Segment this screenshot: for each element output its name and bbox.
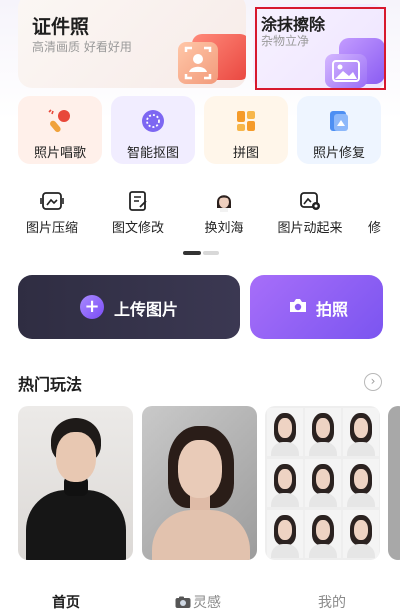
camera-label: 拍照 bbox=[316, 300, 349, 319]
tool-label: 图片动起来 bbox=[277, 221, 343, 236]
camera-icon bbox=[290, 299, 306, 312]
plus-icon: + bbox=[80, 295, 104, 319]
tile-label: 智能抠图 bbox=[126, 146, 179, 161]
tile-collage[interactable]: 拼图 bbox=[204, 96, 288, 164]
take-photo-button[interactable]: 拍照 bbox=[250, 275, 383, 339]
upload-label: 上传图片 bbox=[114, 300, 179, 319]
tool-more-partial[interactable]: 修 bbox=[352, 186, 400, 238]
bangs-avatar-icon bbox=[217, 195, 231, 212]
tool-label: 修 bbox=[368, 221, 382, 236]
grid-portrait bbox=[343, 459, 379, 507]
pager-dot bbox=[203, 251, 219, 255]
camera-emoji-icon bbox=[175, 596, 191, 608]
nav-inspiration-label: 灵感 bbox=[193, 595, 221, 611]
nav-mine[interactable]: 我的 bbox=[318, 592, 346, 612]
tool-change-bangs[interactable]: 换刘海 bbox=[180, 186, 268, 238]
id-photo-icon bbox=[178, 34, 246, 86]
erase-card-highlight bbox=[255, 7, 386, 90]
tool-label: 换刘海 bbox=[204, 221, 244, 236]
portrait-face bbox=[56, 432, 96, 482]
microphone-icon bbox=[48, 109, 70, 133]
tile-label: 照片修复 bbox=[312, 146, 365, 161]
pager-indicator bbox=[183, 251, 219, 256]
photo-repair-icon bbox=[330, 111, 348, 131]
hot-card-portrait-man[interactable] bbox=[18, 406, 133, 560]
collage-icon bbox=[237, 111, 255, 131]
grid-portrait bbox=[267, 408, 303, 456]
bottom-navigation: 首页 灵感 我的 bbox=[0, 582, 400, 613]
portrait-body bbox=[152, 510, 250, 560]
tile-photo-repair[interactable]: 照片修复 bbox=[297, 96, 381, 164]
nav-home[interactable]: 首页 bbox=[52, 592, 80, 612]
tool-label: 图文修改 bbox=[111, 221, 164, 236]
cutout-icon bbox=[142, 110, 164, 132]
tile-label: 拼图 bbox=[232, 146, 259, 161]
id-photo-title: 证件照 bbox=[32, 16, 90, 38]
grid-portrait bbox=[343, 510, 379, 558]
grid-portrait bbox=[267, 459, 303, 507]
id-photo-card[interactable]: 证件照 高清画质 好看好用 bbox=[18, 0, 246, 88]
tool-label: 图片压缩 bbox=[25, 221, 78, 236]
chevron-right-icon[interactable]: › bbox=[364, 373, 382, 391]
grid-portrait bbox=[305, 510, 341, 558]
nav-inspiration[interactable]: 灵感 bbox=[175, 592, 221, 612]
portrait-face bbox=[178, 440, 222, 498]
animate-photo-icon bbox=[300, 192, 320, 210]
tile-smart-cutout[interactable]: 智能抠图 bbox=[111, 96, 195, 164]
tool-image-compress[interactable]: 图片压缩 bbox=[8, 186, 96, 238]
tile-photo-sing[interactable]: 照片唱歌 bbox=[18, 96, 102, 164]
pager-dot-active bbox=[183, 251, 201, 255]
compress-icon bbox=[40, 192, 64, 210]
grid-portrait bbox=[305, 459, 341, 507]
hot-section-title: 热门玩法 bbox=[18, 375, 83, 394]
portrait-body bbox=[26, 490, 126, 560]
hot-card-hairstyle-grid[interactable] bbox=[265, 406, 380, 560]
tool-animate-photo[interactable]: 图片动起来 bbox=[266, 186, 354, 238]
grid-portrait bbox=[267, 510, 303, 558]
hot-card-partial[interactable] bbox=[388, 406, 400, 560]
grid-portrait bbox=[305, 408, 341, 456]
edit-document-icon bbox=[129, 191, 147, 211]
tile-label: 照片唱歌 bbox=[33, 146, 86, 161]
tool-text-edit[interactable]: 图文修改 bbox=[94, 186, 182, 238]
id-photo-subtitle: 高清画质 好看好用 bbox=[32, 40, 132, 54]
hot-card-portrait-woman[interactable] bbox=[142, 406, 257, 560]
upload-image-button[interactable]: + 上传图片 bbox=[18, 275, 240, 339]
grid-portrait bbox=[343, 408, 379, 456]
